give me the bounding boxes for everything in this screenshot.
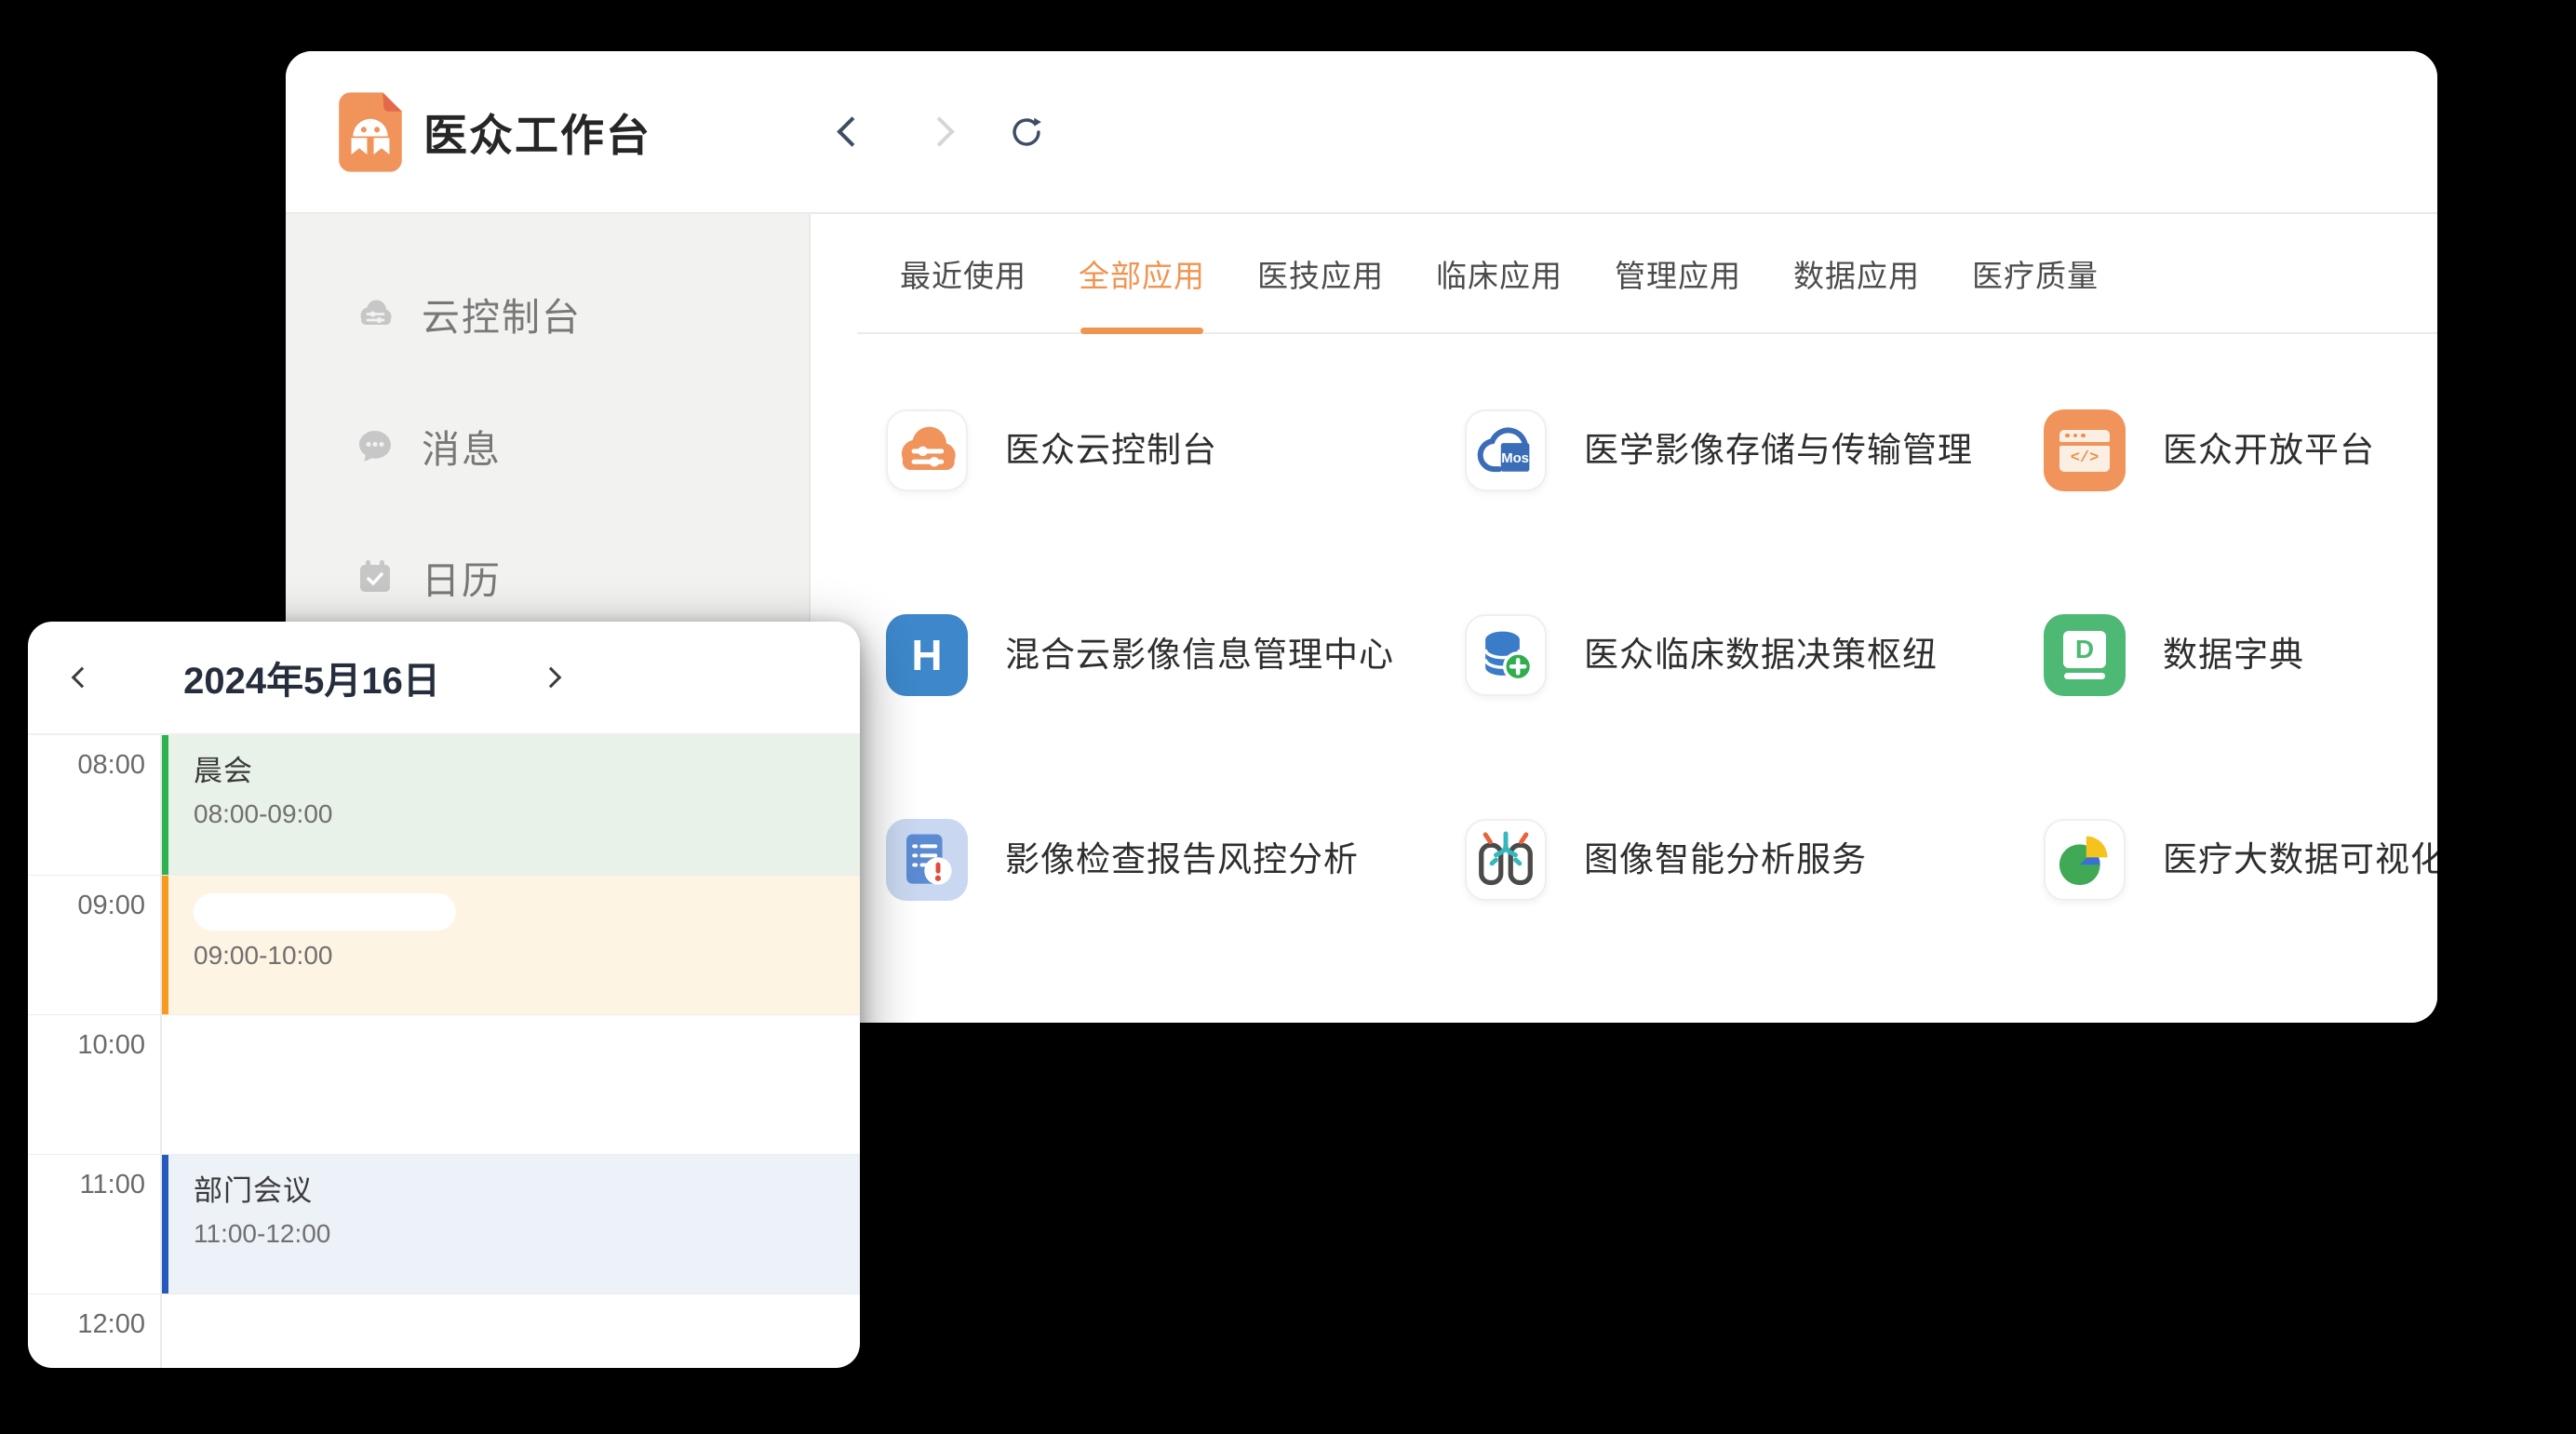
app-label: 医众开放平台 — [2163, 409, 2375, 491]
app-label: 混合云影像信息管理中心 — [1005, 614, 1394, 696]
page-title: 医众工作台 — [423, 100, 651, 164]
app-item-clinical-data-hub[interactable]: 医众临床数据决策枢纽 — [1465, 614, 2044, 819]
app-tile — [1465, 614, 1547, 696]
time-label: 11:00 — [28, 1155, 162, 1293]
app-tile: Mos — [1465, 409, 1547, 491]
time-label: 09:00 — [28, 876, 162, 1014]
calendar-prev-button[interactable] — [56, 622, 108, 733]
chevron-right-icon — [924, 116, 955, 147]
cloud-settings-icon — [353, 291, 397, 336]
content-area: 最近使用 全部应用 医技应用 临床应用 管理应用 数据应用 医疗质量 医众云控制… — [811, 214, 2437, 1023]
sidebar-item-messages[interactable]: 消息 — [286, 417, 809, 475]
app-item-data-dictionary[interactable]: D 数据字典 — [2044, 614, 2437, 819]
calendar-row-0800: 08:00 晨会 08:00-09:00 — [28, 735, 860, 875]
database-plus-icon — [1467, 614, 1545, 696]
calendar-day-view: 08:00 晨会 08:00-09:00 09:00 09:00-10:00 1… — [28, 735, 860, 1368]
pie-chart-icon — [2046, 819, 2124, 901]
app-label: 图像智能分析服务 — [1584, 819, 1867, 901]
app-item-open-platform[interactable]: </> 医众开放平台 — [2044, 409, 2437, 614]
chevron-right-icon — [541, 667, 562, 689]
app-item-hybrid-cloud-imaging[interactable]: H 混合云影像信息管理中心 — [886, 614, 1465, 819]
time-label: 12:00 — [28, 1294, 162, 1368]
sidebar-item-label: 日历 — [422, 549, 502, 605]
message-bubble-icon — [353, 423, 397, 468]
tab-quality[interactable]: 医疗质量 — [1972, 214, 2099, 332]
chevron-left-icon — [72, 667, 93, 689]
forward-button[interactable] — [918, 111, 960, 154]
calendar-row-1200: 12:00 — [28, 1293, 860, 1368]
event-time: 08:00-09:00 — [194, 799, 860, 829]
calendar-event-masked[interactable]: 09:00-10:00 — [162, 876, 860, 1014]
tab-data-apps[interactable]: 数据应用 — [1793, 214, 1920, 332]
cloud-console-icon — [888, 409, 966, 491]
app-category-tabs: 最近使用 全部应用 医技应用 临床应用 管理应用 数据应用 医疗质量 — [857, 214, 2437, 334]
yizhong-logo-icon — [330, 87, 410, 177]
app-item-image-ai-analysis[interactable]: 图像智能分析服务 — [1465, 819, 2044, 1023]
sidebar-item-calendar[interactable]: 日历 — [286, 548, 809, 606]
nav-buttons — [830, 51, 1048, 212]
event-title: 晨会 — [194, 747, 860, 789]
calendar-event-department-meeting[interactable]: 部门会议 11:00-12:00 — [162, 1155, 860, 1293]
app-grid: 医众云控制台 Mos 医学影像存储与传输管理 </> — [886, 409, 2437, 1023]
calendar-next-button[interactable] — [525, 622, 577, 733]
sidebar-item-label: 云控制台 — [422, 286, 582, 342]
chevron-left-icon — [837, 116, 867, 147]
refresh-button[interactable] — [1005, 111, 1048, 154]
cloud-storage-mos-icon: Mos — [1467, 409, 1545, 491]
hybrid-cloud-h-icon: H — [911, 630, 942, 680]
sidebar-item-cloud-console[interactable]: 云控制台 — [286, 285, 809, 342]
app-label: 医众临床数据决策枢纽 — [1584, 614, 1938, 696]
app-item-bigdata-visualization[interactable]: 医疗大数据可视化 — [2044, 819, 2437, 1023]
app-label: 医疗大数据可视化 — [2163, 819, 2437, 901]
app-label: 影像检查报告风控分析 — [1005, 819, 1359, 901]
app-tile: D — [2044, 614, 2126, 696]
app-tile — [2044, 819, 2126, 901]
app-label: 医众云控制台 — [1005, 409, 1217, 491]
calendar-header: 2024年5月16日 — [28, 622, 860, 735]
calendar-row-1100: 11:00 部门会议 11:00-12:00 — [28, 1154, 860, 1293]
refresh-icon — [1005, 111, 1048, 154]
time-label: 08:00 — [28, 735, 162, 875]
app-tile: H — [886, 614, 968, 696]
app-item-pacs-storage[interactable]: Mos 医学影像存储与传输管理 — [1465, 409, 2044, 614]
report-risk-alert-icon — [886, 819, 968, 901]
event-title-mask — [194, 893, 456, 931]
app-item-cloud-console[interactable]: 医众云控制台 — [886, 409, 1465, 614]
calendar-panel: 2024年5月16日 08:00 晨会 08:00-09:00 09:00 09… — [28, 622, 860, 1368]
data-dictionary-book-icon: D — [2063, 631, 2106, 679]
tab-all-apps[interactable]: 全部应用 — [1079, 214, 1205, 332]
tab-recent[interactable]: 最近使用 — [900, 214, 1026, 332]
calendar-row-0900: 09:00 09:00-10:00 — [28, 875, 860, 1014]
event-time: 09:00-10:00 — [194, 941, 860, 971]
lungs-ai-icon — [1467, 819, 1545, 901]
app-item-report-risk-analysis[interactable]: 影像检查报告风控分析 — [886, 819, 1465, 1023]
open-platform-code-icon: </> — [2059, 430, 2110, 472]
time-label: 10:00 — [28, 1015, 162, 1154]
window-header: 医众工作台 — [286, 51, 2437, 214]
app-tile — [886, 409, 968, 491]
app-tile — [886, 819, 968, 901]
tab-medtech-apps[interactable]: 医技应用 — [1257, 214, 1384, 332]
tab-admin-apps[interactable]: 管理应用 — [1615, 214, 1741, 332]
app-label: 医学影像存储与传输管理 — [1584, 409, 1973, 491]
tab-clinical-apps[interactable]: 临床应用 — [1436, 214, 1563, 332]
calendar-check-icon — [353, 555, 397, 599]
app-tile — [1465, 819, 1547, 901]
event-title: 部门会议 — [194, 1167, 860, 1209]
calendar-event-morning-meeting[interactable]: 晨会 08:00-09:00 — [162, 735, 860, 875]
sidebar-item-label: 消息 — [422, 418, 502, 474]
svg-text:Mos: Mos — [1501, 451, 1529, 466]
app-label: 数据字典 — [2163, 614, 2304, 696]
event-time: 11:00-12:00 — [194, 1219, 860, 1249]
back-button[interactable] — [830, 111, 873, 154]
app-tile: </> — [2044, 409, 2126, 491]
calendar-date-label: 2024年5月16日 — [140, 622, 484, 733]
calendar-row-1000: 10:00 — [28, 1014, 860, 1154]
